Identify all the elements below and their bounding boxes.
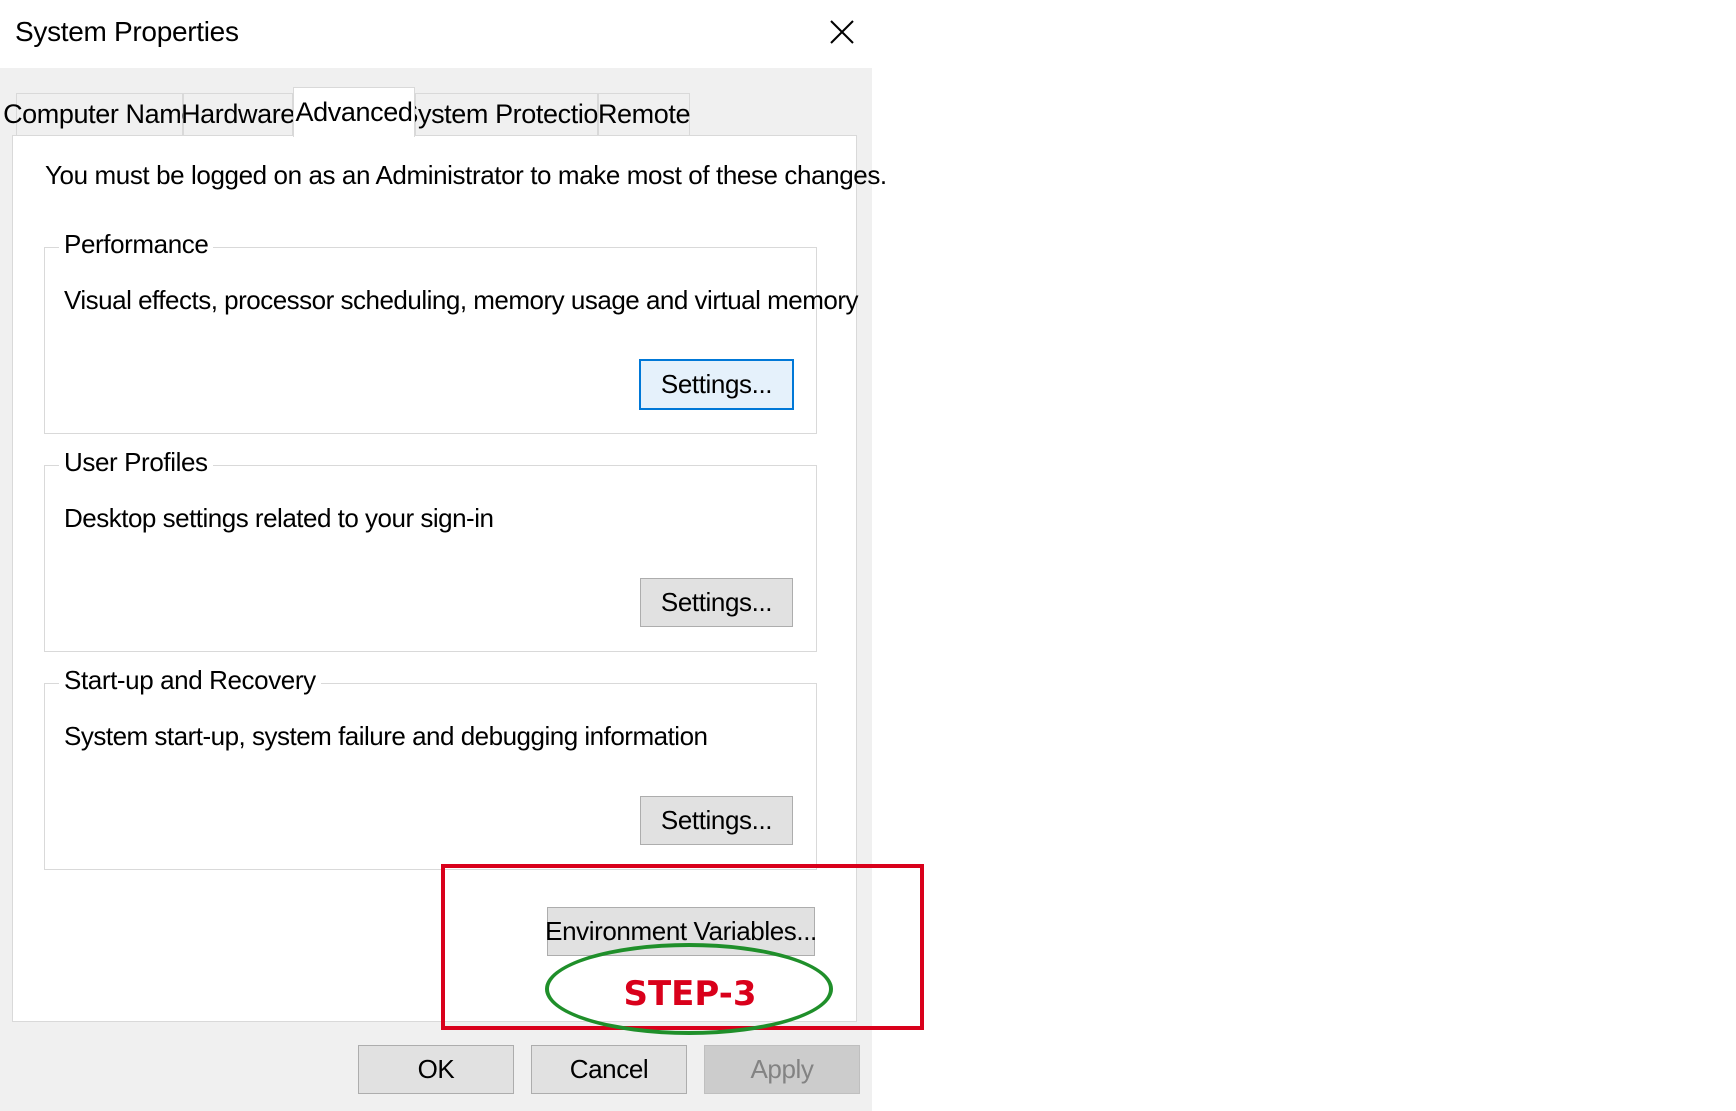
tab-remote[interactable]: Remote <box>598 93 690 135</box>
admin-notice: You must be logged on as an Administrato… <box>45 160 887 190</box>
title-bar: System Properties <box>0 0 872 68</box>
performance-group: Performance Visual effects, processor sc… <box>44 229 859 434</box>
ok-button[interactable]: OK <box>358 1045 514 1094</box>
startup-recovery-group: Start-up and Recovery System start-up, s… <box>44 665 817 870</box>
performance-group-label: Performance <box>59 229 214 260</box>
window-title: System Properties <box>15 16 239 47</box>
user-profiles-group: User Profiles Desktop settings related t… <box>44 447 817 652</box>
tab-hardware[interactable]: Hardware <box>181 93 295 135</box>
step-label: STEP-3 <box>623 974 757 1014</box>
close-button[interactable] <box>820 12 864 52</box>
user-profiles-group-label: User Profiles <box>59 447 213 478</box>
tab-advanced[interactable]: Advanced <box>293 87 415 137</box>
startup-recovery-description: System start-up, system failure and debu… <box>64 721 708 751</box>
user-profiles-description: Desktop settings related to your sign-in <box>64 503 494 533</box>
startup-recovery-group-label: Start-up and Recovery <box>59 665 321 696</box>
user-profiles-settings-button[interactable]: Settings... <box>640 578 793 627</box>
environment-variables-button[interactable]: Environment Variables... <box>545 907 817 956</box>
tab-computer-name[interactable]: Computer Name <box>3 93 196 135</box>
performance-settings-button[interactable]: Settings... <box>639 359 794 410</box>
tab-system-protection[interactable]: System Protection <box>400 93 613 135</box>
close-icon <box>830 20 854 44</box>
startup-recovery-settings-button[interactable]: Settings... <box>640 796 793 845</box>
performance-description: Visual effects, processor scheduling, me… <box>64 285 859 315</box>
cancel-button[interactable]: Cancel <box>531 1045 687 1094</box>
apply-button[interactable]: Apply <box>704 1045 860 1094</box>
system-properties-dialog: System Properties Computer Name Hardware… <box>0 0 887 1111</box>
